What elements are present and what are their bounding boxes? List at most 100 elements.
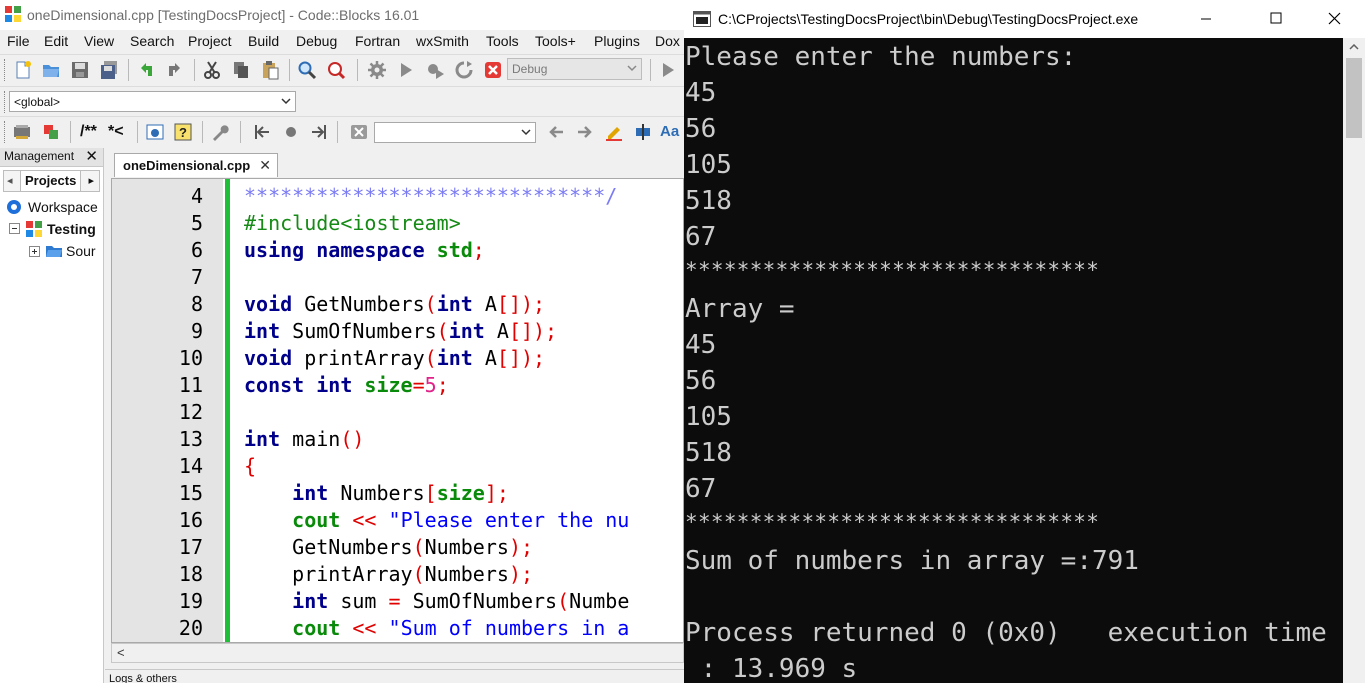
toggle-bookmark-icon[interactable] [281, 122, 301, 142]
code-editor[interactable]: 4 5 6 7 8 9 10 11 12 13 14 15 16 17 18 1… [111, 178, 684, 643]
toolbar-separator [240, 121, 241, 143]
keyword-token: int [244, 427, 281, 451]
toolbar-grip[interactable] [4, 59, 8, 81]
identifier-token: cout [292, 616, 341, 640]
save-all-icon[interactable] [99, 60, 119, 80]
chevron-down-icon [521, 129, 531, 136]
help-icon[interactable]: ? [173, 122, 193, 142]
tree-item-sources[interactable]: Sour [66, 243, 96, 259]
next-bookmark-icon[interactable] [309, 122, 329, 142]
toolbar-grip[interactable] [4, 121, 8, 143]
replace-icon[interactable] [326, 60, 346, 80]
console-line: Process returned 0 (0x0) execution time [685, 618, 1327, 648]
menu-file[interactable]: File [7, 33, 30, 49]
line-number: 13 [178, 427, 203, 451]
expand-icon[interactable] [29, 246, 40, 257]
editor-tab-onedimensional[interactable]: oneDimensional.cpp ✕ [114, 153, 278, 177]
scrollbar-thumb[interactable] [1346, 58, 1362, 138]
toolbar-grip[interactable] [4, 91, 8, 113]
menu-tools[interactable]: Tools [486, 33, 519, 49]
console-line: Please enter the numbers: [685, 42, 1077, 72]
menu-tools-plus[interactable]: Tools+ [535, 33, 576, 49]
tab-scroll-right-icon[interactable]: ▸ [88, 174, 94, 187]
code-line: void GetNumbers(int A[]); [244, 292, 546, 316]
clear-search-icon[interactable] [349, 122, 369, 142]
match-case-icon[interactable]: Aa [660, 123, 679, 140]
menu-doxyblocks[interactable]: Dox [655, 33, 680, 49]
logs-panel-tab[interactable]: Logs & others [105, 669, 684, 683]
tab-projects[interactable]: Projects [20, 171, 82, 191]
identifier-token: size [364, 373, 413, 397]
console-line: Array = [685, 294, 795, 324]
variable-name: sum [340, 589, 377, 613]
new-file-icon[interactable] [13, 60, 33, 80]
param-name: A [484, 346, 497, 370]
menu-project[interactable]: Project [188, 33, 232, 49]
tree-item-project[interactable]: Testing [47, 221, 96, 237]
highlight-icon[interactable] [604, 122, 624, 142]
identifier-token: std [436, 238, 473, 262]
find-icon[interactable] [297, 60, 317, 80]
close-icon[interactable]: ✕ [85, 147, 98, 165]
run-icon[interactable] [396, 60, 416, 80]
paste-icon[interactable] [260, 60, 280, 80]
cut-icon[interactable] [202, 60, 222, 80]
line-number: 11 [178, 373, 203, 397]
extract-docs-icon[interactable] [41, 122, 61, 142]
collapse-icon[interactable] [9, 223, 20, 234]
menu-view[interactable]: View [84, 33, 114, 49]
console-output[interactable]: Please enter the numbers: 45 56 105 518 … [684, 38, 1343, 683]
selected-text-icon[interactable] [633, 122, 653, 142]
variable-name: Numbers [424, 535, 509, 559]
console-line: 67 [685, 474, 717, 504]
editor-horizontal-scrollbar[interactable]: < [111, 643, 684, 663]
menu-search[interactable]: Search [130, 33, 174, 49]
prev-bookmark-icon[interactable] [252, 122, 272, 142]
wrench-icon[interactable] [210, 122, 230, 142]
rebuild-icon[interactable] [454, 60, 474, 80]
block-comment-button[interactable]: /** [80, 123, 97, 141]
code-line: cout << "Please enter the nu [292, 508, 630, 532]
build-and-run-icon[interactable] [425, 60, 445, 80]
build-gear-icon[interactable] [367, 60, 387, 80]
menu-build[interactable]: Build [248, 33, 279, 49]
console-line: 518 [685, 186, 732, 216]
scroll-left-icon[interactable]: < [117, 645, 125, 660]
line-number: 10 [178, 346, 203, 370]
string-token: "Please enter the nu [388, 508, 630, 532]
secondary-toolbar: /** *< ? Aa [0, 116, 684, 147]
close-icon[interactable] [1311, 0, 1357, 38]
tree-item-workspace[interactable]: Workspace [28, 199, 98, 215]
menu-fortran[interactable]: Fortran [355, 33, 400, 49]
save-icon[interactable] [70, 60, 90, 80]
undo-icon[interactable] [136, 60, 156, 80]
menu-edit[interactable]: Edit [44, 33, 68, 49]
tab-scroll-left-icon[interactable]: ◂ [7, 174, 13, 187]
copy-icon[interactable] [231, 60, 251, 80]
console-line: 105 [685, 402, 732, 432]
browser-icon[interactable] [145, 122, 165, 142]
build-target-select[interactable]: Debug [507, 58, 642, 80]
line-number: 18 [178, 562, 203, 586]
search-next-arrow-icon[interactable] [575, 122, 595, 142]
minimize-icon[interactable] [1183, 0, 1229, 38]
scroll-up-icon[interactable] [1349, 44, 1359, 50]
console-window-title: C:\CProjects\TestingDocsProject\bin\Debu… [718, 11, 1139, 27]
line-comment-button[interactable]: *< [108, 123, 124, 141]
redo-icon[interactable] [165, 60, 185, 80]
close-icon[interactable]: ✕ [259, 157, 271, 174]
maximize-icon[interactable] [1253, 0, 1299, 38]
abort-icon[interactable] [483, 60, 503, 80]
keyword-token: int [448, 319, 485, 343]
doxywizard-icon[interactable] [12, 122, 32, 142]
scope-select[interactable]: <global> [9, 91, 296, 112]
open-folder-icon[interactable] [41, 60, 61, 80]
menu-debug[interactable]: Debug [296, 33, 337, 49]
menu-plugins[interactable]: Plugins [594, 33, 640, 49]
incremental-search-input[interactable] [374, 122, 536, 143]
menu-wxsmith[interactable]: wxSmith [416, 33, 469, 49]
search-prev-arrow-icon[interactable] [546, 122, 566, 142]
line-number: 20 [178, 616, 203, 640]
debug-run-icon[interactable] [658, 60, 678, 80]
console-vertical-scrollbar[interactable] [1343, 38, 1365, 683]
